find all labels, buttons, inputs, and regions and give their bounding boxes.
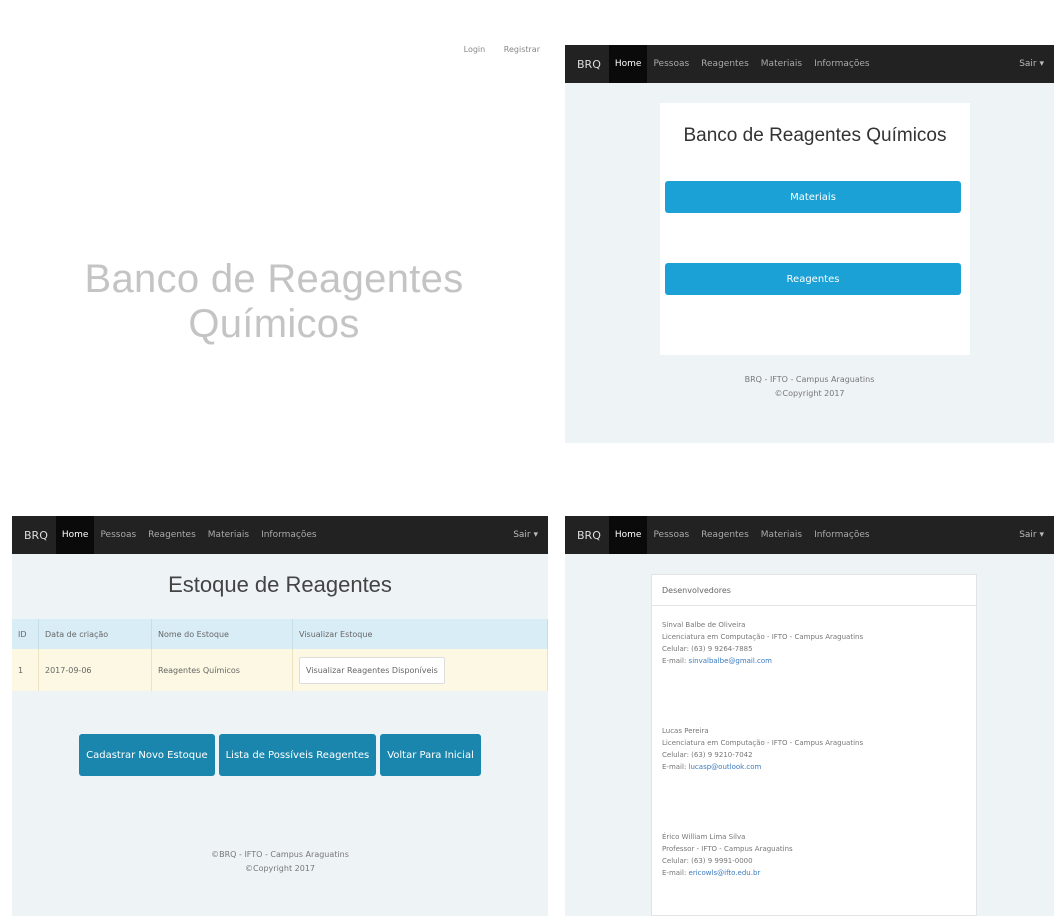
developer-email-link[interactable]: lucasp@outlook.com — [689, 763, 762, 771]
materiais-button[interactable]: Materiais — [665, 181, 961, 213]
navbar: BRQ Home Pessoas Reagentes Materiais Inf… — [12, 516, 548, 554]
navbar-brand[interactable]: BRQ — [565, 58, 609, 71]
stock-actions: Cadastrar Novo Estoque Lista de Possívei… — [12, 734, 548, 776]
stock-table: ID Data de criação Nome do Estoque Visua… — [12, 619, 548, 691]
developer-role: Licenciatura em Computação - IFTO - Camp… — [662, 633, 864, 641]
nav-materiais[interactable]: Materiais — [755, 45, 808, 83]
footer: BRQ - IFTO - Campus Araguatins ©Copyrigh… — [565, 373, 1054, 401]
column-header-name: Nome do Estoque — [151, 619, 293, 649]
column-header-date: Data de criação — [38, 619, 152, 649]
nav-home[interactable]: Home — [608, 516, 648, 554]
developer-email-row: E-mail: lucasp@outlook.com — [662, 761, 863, 773]
nav-pessoas[interactable]: Pessoas — [647, 45, 695, 83]
developer-entry: Sinval Balbe de Oliveira Licenciatura em… — [662, 619, 863, 667]
nav-reagentes[interactable]: Reagentes — [695, 45, 755, 83]
developers-panel: BRQ Home Pessoas Reagentes Materiais Inf… — [565, 516, 1054, 916]
auth-links: Login Registrar — [448, 45, 540, 54]
developer-role: Licenciatura em Computação - IFTO - Camp… — [662, 739, 864, 747]
stock-title: Estoque de Reagentes — [168, 572, 392, 597]
email-label: E-mail: — [662, 869, 687, 877]
register-link[interactable]: Registrar — [504, 45, 540, 54]
column-header-view: Visualizar Estoque — [292, 619, 548, 649]
back-home-button[interactable]: Voltar Para Inicial — [380, 734, 481, 776]
developer-name: Érico William Lima Silva — [662, 833, 746, 841]
developer-name: Lucas Pereira — [662, 727, 709, 735]
nav-reagentes[interactable]: Reagentes — [142, 516, 202, 554]
nav-informacoes[interactable]: Informações — [255, 516, 323, 554]
stock-panel: BRQ Home Pessoas Reagentes Materiais Inf… — [12, 516, 548, 916]
developer-phone: Celular: (63) 9 9264-7885 — [662, 645, 753, 653]
home-title: Banco de Reagentes Químicos — [683, 125, 947, 146]
nav-home[interactable]: Home — [608, 45, 648, 83]
user-menu[interactable]: Sair ▾ — [1019, 59, 1054, 69]
navbar: BRQ Home Pessoas Reagentes Materiais Inf… — [565, 516, 1054, 554]
footer-copyright: ©Copyright 2017 — [774, 389, 845, 398]
developer-entry: Lucas Pereira Licenciatura em Computação… — [662, 725, 863, 773]
reagentes-button[interactable]: Reagentes — [665, 263, 961, 295]
new-stock-button[interactable]: Cadastrar Novo Estoque — [79, 734, 215, 776]
table-header-row: ID Data de criação Nome do Estoque Visua… — [12, 619, 548, 649]
user-menu[interactable]: Sair ▾ — [1019, 530, 1054, 540]
developer-email-row: E-mail: sinvalbalbe@gmail.com — [662, 655, 863, 667]
cell-date: 2017-09-06 — [38, 649, 152, 691]
navbar-brand[interactable]: BRQ — [565, 529, 609, 542]
developer-role: Professor - IFTO - Campus Araguatins — [662, 845, 793, 853]
email-label: E-mail: — [662, 763, 687, 771]
login-link[interactable]: Login — [464, 45, 486, 54]
developers-card-title: Desenvolvedores — [652, 575, 976, 606]
navbar-brand[interactable]: BRQ — [12, 529, 56, 542]
nav-pessoas[interactable]: Pessoas — [647, 516, 695, 554]
developer-entry: Érico William Lima Silva Professor - IFT… — [662, 831, 793, 879]
developer-email-link[interactable]: sinvalbalbe@gmail.com — [689, 657, 772, 665]
reagent-list-button[interactable]: Lista de Possíveis Reagentes — [218, 734, 377, 776]
column-header-id: ID — [12, 619, 39, 649]
navbar: BRQ Home Pessoas Reagentes Materiais Inf… — [565, 45, 1054, 83]
email-label: E-mail: — [662, 657, 687, 665]
developer-phone: Celular: (63) 9 9210-7042 — [662, 751, 753, 759]
cell-id: 1 — [12, 649, 39, 691]
landing-panel: Login Registrar Banco de Reagentes Quími… — [0, 35, 548, 445]
nav-home[interactable]: Home — [55, 516, 95, 554]
nav-materiais[interactable]: Materiais — [202, 516, 255, 554]
developer-email-row: E-mail: ericowls@ifto.edu.br — [662, 867, 793, 879]
user-menu[interactable]: Sair ▾ — [513, 530, 548, 540]
nav-informacoes[interactable]: Informações — [808, 516, 876, 554]
nav-reagentes[interactable]: Reagentes — [695, 516, 755, 554]
cell-view: Visualizar Reagentes Disponíveis — [292, 649, 548, 691]
nav-informacoes[interactable]: Informações — [808, 45, 876, 83]
cell-name: Reagentes Químicos — [151, 649, 293, 691]
landing-title: Banco de Reagentes Químicos — [84, 257, 464, 346]
home-card: Banco de Reagentes Químicos Materiais Re… — [660, 103, 970, 355]
footer-line: BRQ - IFTO - Campus Araguatins — [744, 375, 875, 384]
footer: ©BRQ - IFTO - Campus Araguatins ©Copyrig… — [12, 848, 548, 876]
developer-name: Sinval Balbe de Oliveira — [662, 621, 746, 629]
view-stock-button[interactable]: Visualizar Reagentes Disponíveis — [299, 656, 445, 684]
nav-materiais[interactable]: Materiais — [755, 516, 808, 554]
nav-pessoas[interactable]: Pessoas — [94, 516, 142, 554]
developer-email-link[interactable]: ericowls@ifto.edu.br — [689, 869, 761, 877]
table-row: 1 2017-09-06 Reagentes Químicos Visualiz… — [12, 649, 548, 691]
developers-card: Desenvolvedores Sinval Balbe de Oliveira… — [651, 574, 977, 916]
home-panel: BRQ Home Pessoas Reagentes Materiais Inf… — [565, 45, 1054, 443]
footer-line: ©BRQ - IFTO - Campus Araguatins — [211, 850, 349, 859]
developer-phone: Celular: (63) 9 9991-0000 — [662, 857, 753, 865]
footer-copyright: ©Copyright 2017 — [245, 864, 315, 873]
